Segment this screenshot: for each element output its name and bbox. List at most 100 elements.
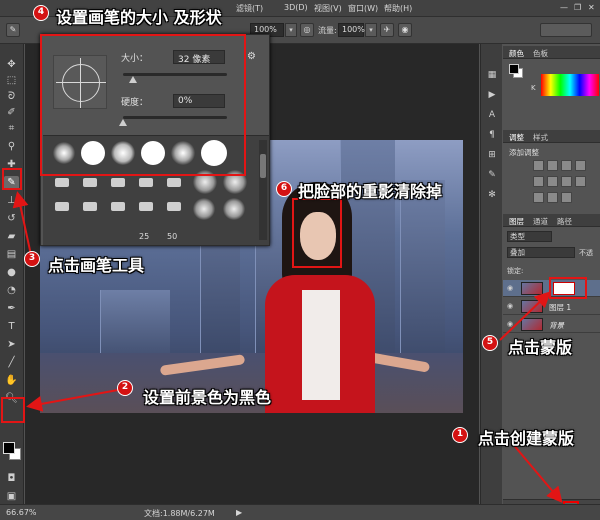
small-brush[interactable]: [83, 202, 97, 211]
menu-filter[interactable]: 滤镜(T): [236, 3, 263, 14]
step1-badge: 1: [452, 427, 468, 443]
visibility-eye-icon[interactable]: ◉: [507, 302, 513, 310]
type-tool-icon[interactable]: T: [4, 320, 19, 334]
pressure-size-icon[interactable]: ◉: [398, 23, 412, 37]
scrollbar-thumb[interactable]: [260, 154, 266, 178]
character-panel-icon[interactable]: A: [485, 108, 499, 122]
actions-panel-icon[interactable]: ▶: [485, 88, 499, 102]
quick-select-tool-icon[interactable]: ✐: [4, 106, 19, 120]
threshold-icon[interactable]: [561, 192, 572, 203]
visibility-eye-icon[interactable]: ◉: [507, 284, 513, 292]
layer-thumbnail[interactable]: [521, 318, 543, 331]
flow-field[interactable]: 100%: [338, 23, 365, 37]
brush-tool-highlight: [2, 168, 22, 190]
menu-window[interactable]: 窗口(W): [348, 3, 378, 14]
airbrush-icon[interactable]: ✈: [380, 23, 394, 37]
move-tool-icon[interactable]: ✥: [4, 58, 19, 72]
curves-adjust-icon[interactable]: [561, 160, 572, 171]
step4-badge: 4: [33, 5, 49, 21]
layer-row[interactable]: ◉ 图层 1: [503, 298, 600, 315]
history-brush-icon[interactable]: ↺: [4, 212, 19, 226]
vibrance-adjust-icon[interactable]: [533, 176, 544, 187]
eyedropper-tool-icon[interactable]: ⚲: [4, 140, 19, 154]
layer-row[interactable]: ◉ 背景: [503, 316, 600, 333]
k-label: K: [531, 84, 536, 92]
small-brush[interactable]: [83, 178, 97, 187]
presets-scrollbar[interactable]: [259, 140, 267, 240]
small-brush[interactable]: [139, 202, 153, 211]
screen-mode-icon[interactable]: ▣: [4, 490, 19, 504]
eraser-tool-icon[interactable]: ▰: [4, 230, 19, 244]
invert-adjust-icon[interactable]: [533, 192, 544, 203]
menu-help[interactable]: 帮助(H): [384, 3, 412, 14]
quick-mask-icon[interactable]: ◘: [4, 472, 19, 486]
flow-dropdown[interactable]: ▾: [365, 23, 377, 37]
blur-tool-icon[interactable]: ●: [4, 266, 19, 280]
soft-round-brush[interactable]: [193, 198, 215, 220]
close-icon[interactable]: ✕: [588, 3, 595, 12]
visibility-eye-icon[interactable]: ◉: [507, 320, 513, 328]
properties-panel-icon[interactable]: ⊞: [485, 148, 499, 162]
path-select-icon[interactable]: ➤: [4, 338, 19, 352]
clone-source-icon[interactable]: ✻: [485, 188, 499, 202]
small-brush[interactable]: [55, 178, 69, 187]
pen-tool-icon[interactable]: ✒: [4, 302, 19, 316]
tab-color[interactable]: 颜色: [509, 48, 524, 59]
restore-icon[interactable]: ❐: [574, 3, 581, 12]
small-brush[interactable]: [111, 178, 125, 187]
workspace-selector[interactable]: [540, 23, 592, 37]
brightness-adjust-icon[interactable]: [533, 160, 544, 171]
brush-size-50: 50: [167, 232, 178, 241]
small-brush[interactable]: [55, 202, 69, 211]
small-brush[interactable]: [167, 202, 181, 211]
marquee-tool-icon[interactable]: ⬚: [4, 74, 19, 88]
pressure-opacity-icon[interactable]: ◎: [300, 23, 314, 37]
small-brush[interactable]: [167, 178, 181, 187]
soft-round-brush[interactable]: [223, 198, 245, 220]
paragraph-panel-icon[interactable]: ¶: [485, 128, 499, 142]
tools-panel: ✥ ⬚ ᘐ ✐ ⌗ ⚲ ✚ ✎ ⊥ ↺ ▰ ▤ ● ◔ ✒ T ➤ ╱ ✋ 🔍︎…: [0, 44, 24, 504]
posterize-icon[interactable]: [547, 192, 558, 203]
color-spectrum[interactable]: [541, 74, 599, 96]
tab-adjustments[interactable]: 调整: [509, 132, 524, 143]
small-brush[interactable]: [139, 178, 153, 187]
status-arrow-icon[interactable]: ▶: [236, 508, 242, 517]
step2-text: 设置前景色为黑色: [143, 388, 272, 407]
zoom-level[interactable]: 66.67%: [6, 508, 37, 517]
tab-layers[interactable]: 图层: [509, 216, 524, 227]
exposure-adjust-icon[interactable]: [575, 160, 586, 171]
lasso-tool-icon[interactable]: ᘐ: [4, 90, 19, 104]
step5-badge: 5: [482, 335, 498, 351]
small-brush[interactable]: [111, 202, 125, 211]
menu-view[interactable]: 视图(V): [314, 3, 342, 14]
menu-3d[interactable]: 3D(D): [284, 3, 308, 12]
panel-gear-icon[interactable]: ⚙: [247, 51, 256, 62]
hand-tool-icon[interactable]: ✋: [4, 374, 19, 388]
tab-swatches[interactable]: 色板: [533, 48, 548, 59]
layer-thumbnail[interactable]: [521, 300, 543, 313]
tab-paths[interactable]: 路径: [557, 216, 572, 227]
crop-tool-icon[interactable]: ⌗: [4, 122, 19, 136]
stamp-tool-icon[interactable]: ⊥: [4, 194, 19, 208]
hue-adjust-icon[interactable]: [547, 176, 558, 187]
levels-adjust-icon[interactable]: [547, 160, 558, 171]
bw-adjust-icon[interactable]: [575, 176, 586, 187]
gradient-tool-icon[interactable]: ▤: [4, 248, 19, 262]
history-panel-icon[interactable]: ▦: [485, 68, 499, 82]
blend-mode-select[interactable]: 叠加: [507, 247, 575, 258]
kind-filter[interactable]: 类型: [507, 231, 552, 242]
shape-tool-icon[interactable]: ╱: [4, 356, 19, 370]
layer-thumbnail[interactable]: [521, 282, 543, 295]
tab-styles[interactable]: 样式: [533, 132, 548, 143]
mask-thumb-highlight: [549, 277, 587, 299]
panel-fg-swatch[interactable]: [509, 64, 519, 74]
tab-channels[interactable]: 通道: [533, 216, 548, 227]
foreground-color-swatch[interactable]: [3, 442, 15, 454]
dodge-tool-icon[interactable]: ◔: [4, 284, 19, 298]
opacity-dropdown[interactable]: ▾: [285, 23, 297, 37]
brush-tool-preset-icon[interactable]: ✎: [6, 23, 20, 37]
color-balance-icon[interactable]: [561, 176, 572, 187]
minimize-icon[interactable]: —: [560, 3, 568, 12]
brush-panel-icon[interactable]: ✎: [485, 168, 499, 182]
doc-info[interactable]: 文档:1.88M/6.27M: [144, 508, 215, 519]
